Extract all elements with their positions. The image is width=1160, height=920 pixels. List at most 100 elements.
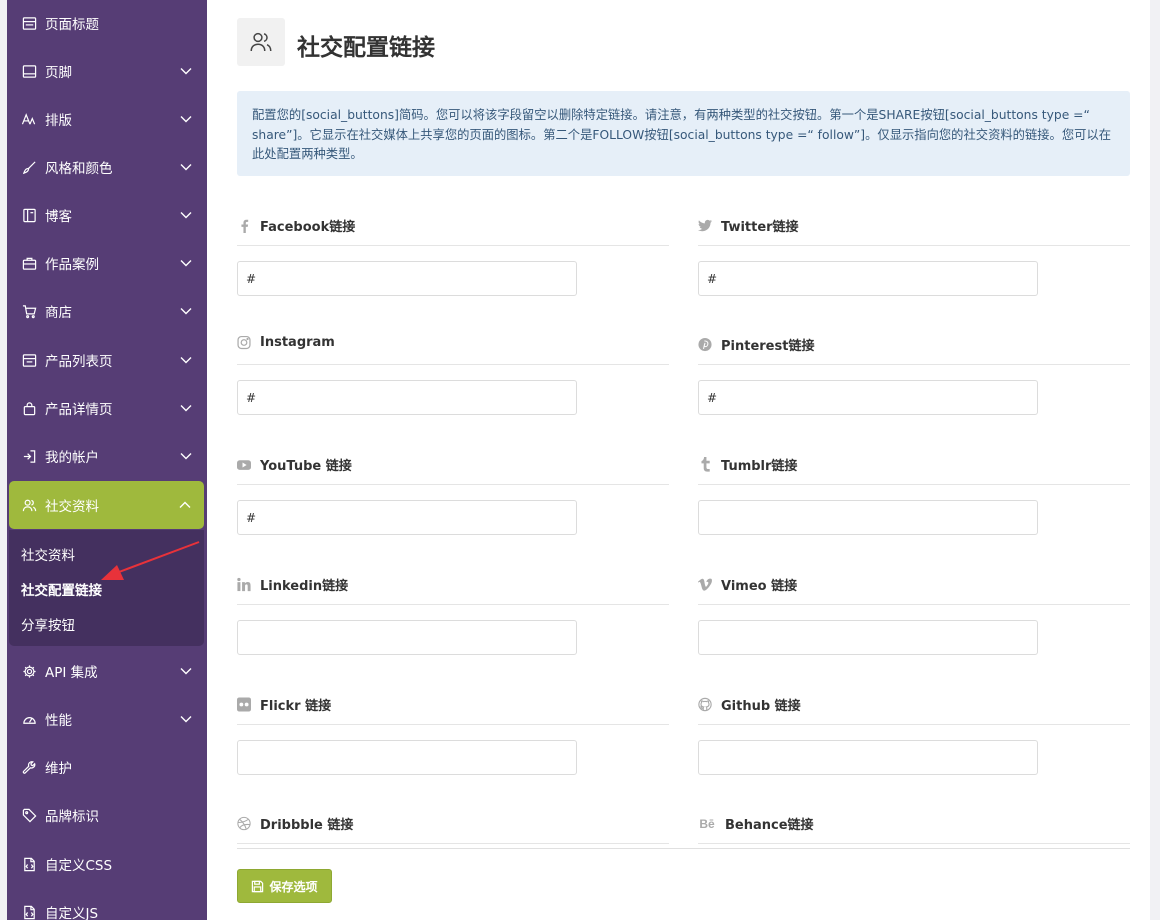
sidebar-item-product-list[interactable]: 产品列表页 (7, 336, 207, 384)
product-list-icon (21, 352, 37, 368)
sidebar-item-product-detail[interactable]: 产品详情页 (7, 384, 207, 432)
gauge-icon (21, 711, 37, 727)
behance-icon: Bē (699, 816, 715, 831)
sidebar-item-label: 风格和颜色 (45, 161, 113, 177)
page-title-icon-box (237, 18, 285, 66)
sidebar-item-label: 产品详情页 (45, 402, 113, 418)
field-label-linkedin: Linkedin链接 (237, 575, 348, 594)
field-divider (698, 364, 1130, 365)
instagram-link-input[interactable] (237, 380, 577, 415)
sidebar-item-label: 社交资料 (45, 499, 99, 515)
field-label-pinterest: Pinterest链接 (698, 335, 814, 354)
page-title-icon (21, 15, 37, 31)
facebook-link-input[interactable] (237, 261, 577, 296)
flickr-icon (237, 697, 251, 712)
pinterest-link-input[interactable] (698, 380, 1038, 415)
youtube-icon (237, 458, 251, 472)
field-divider (698, 245, 1130, 246)
chevron-down-icon (180, 68, 192, 75)
wrench-icon (21, 759, 37, 775)
chevron-down-icon (180, 308, 192, 315)
info-notice: 配置您的[social_buttons]简码。您可以将该字段留空以删除特定链接。… (237, 91, 1130, 176)
main-panel: 社交配置链接 配置您的[social_buttons]简码。您可以将该字段留空以… (207, 0, 1150, 920)
github-link-input[interactable] (698, 740, 1038, 775)
field-divider (237, 724, 669, 725)
sidebar-item-label: 页脚 (45, 65, 72, 81)
sidebar-item-style-colors[interactable]: 风格和颜色 (7, 143, 207, 191)
chevron-down-icon (180, 716, 192, 723)
sidebar-item-api[interactable]: API 集成 (7, 647, 207, 695)
gear-icon (21, 663, 37, 679)
save-icon (251, 880, 264, 893)
sidebar-item-custom-css[interactable]: 自定义CSS (7, 840, 207, 888)
field-divider (237, 484, 669, 485)
sidebar-item-blog[interactable]: 博客 (7, 191, 207, 239)
field-label-vimeo: Vimeo 链接 (698, 575, 797, 594)
social-submenu: 社交资料 社交配置链接 分享按钮 (9, 530, 204, 646)
field-divider (698, 843, 1130, 844)
save-options-button[interactable]: 保存选项 (237, 869, 332, 903)
tumblr-link-input[interactable] (698, 500, 1038, 535)
field-label-facebook: Facebook链接 (237, 216, 355, 235)
field-label-twitter: Twitter链接 (698, 216, 799, 235)
bag-icon (21, 400, 37, 416)
sidebar-item-custom-js[interactable]: 自定义JS (7, 888, 207, 920)
users-icon (250, 32, 272, 52)
sidebar-item-label: 博客 (45, 209, 72, 225)
chevron-down-icon (180, 405, 192, 412)
field-label-dribbble: Dribbble 链接 (237, 814, 353, 833)
flickr-link-input[interactable] (237, 740, 577, 775)
sidebar-item-label: 页面标题 (45, 17, 99, 33)
sidebar-item-label: 性能 (45, 713, 72, 729)
page-title: 社交配置链接 (297, 35, 435, 61)
youtube-link-input[interactable] (237, 500, 577, 535)
sidebar-item-label: 我的帐户 (45, 450, 99, 466)
sidebar-item-label: 自定义CSS (45, 858, 113, 874)
sidebar-item-label: 排版 (45, 113, 72, 129)
chevron-down-icon (180, 357, 192, 364)
submenu-item-social-profiles[interactable]: 社交资料 (21, 544, 75, 564)
field-label-flickr: Flickr 链接 (237, 695, 331, 714)
linkedin-link-input[interactable] (237, 620, 577, 655)
sidebar-item-portfolio[interactable]: 作品案例 (7, 239, 207, 287)
settings-sidebar: 页面标题 页脚 排版 风格和颜色 博客 作品案例 商店 产品列表页 产品详情页 … (7, 0, 207, 920)
sidebar-item-label: 商店 (45, 305, 72, 321)
css-file-icon (21, 856, 37, 872)
pinterest-icon (698, 337, 712, 352)
field-label-behance: Bē Behance链接 (699, 816, 814, 834)
field-label-instagram: Instagram (237, 335, 335, 350)
sidebar-item-social-profiles[interactable]: 社交资料 (9, 481, 204, 529)
sidebar-item-label: 作品案例 (45, 257, 99, 273)
sidebar-item-performance[interactable]: 性能 (7, 695, 207, 743)
form-footer-divider (237, 848, 1130, 849)
github-icon (698, 697, 712, 712)
field-divider (698, 484, 1130, 485)
sidebar-item-my-account[interactable]: 我的帐户 (7, 432, 207, 480)
submenu-item-share-buttons[interactable]: 分享按钮 (21, 614, 75, 634)
sidebar-item-branding[interactable]: 品牌标识 (7, 791, 207, 839)
sidebar-item-maintenance[interactable]: 维护 (7, 743, 207, 791)
sidebar-item-footer[interactable]: 页脚 (7, 47, 207, 95)
chevron-down-icon (180, 260, 192, 267)
dribbble-icon (237, 816, 251, 831)
chevron-up-icon (179, 501, 191, 508)
twitter-link-input[interactable] (698, 261, 1038, 296)
field-divider (237, 364, 669, 365)
submenu-item-social-links[interactable]: 社交配置链接 (21, 579, 102, 599)
field-divider (237, 245, 669, 246)
chevron-down-icon (180, 164, 192, 171)
sidebar-item-label: 自定义JS (45, 906, 99, 920)
tumblr-icon (698, 457, 712, 472)
vimeo-link-input[interactable] (698, 620, 1038, 655)
field-label-tumblr: Tumblr链接 (698, 455, 797, 474)
sidebar-item-shop[interactable]: 商店 (7, 287, 207, 335)
chevron-down-icon (180, 668, 192, 675)
sidebar-item-typography[interactable]: 排版 (7, 95, 207, 143)
cart-icon (21, 303, 37, 319)
sidebar-item-label: 品牌标识 (45, 809, 99, 825)
chevron-down-icon (180, 116, 192, 123)
sidebar-item-page-title[interactable]: 页面标题 (7, 0, 207, 47)
window-right-edge (1150, 0, 1160, 920)
typography-icon (21, 111, 37, 127)
brush-icon (21, 159, 37, 175)
